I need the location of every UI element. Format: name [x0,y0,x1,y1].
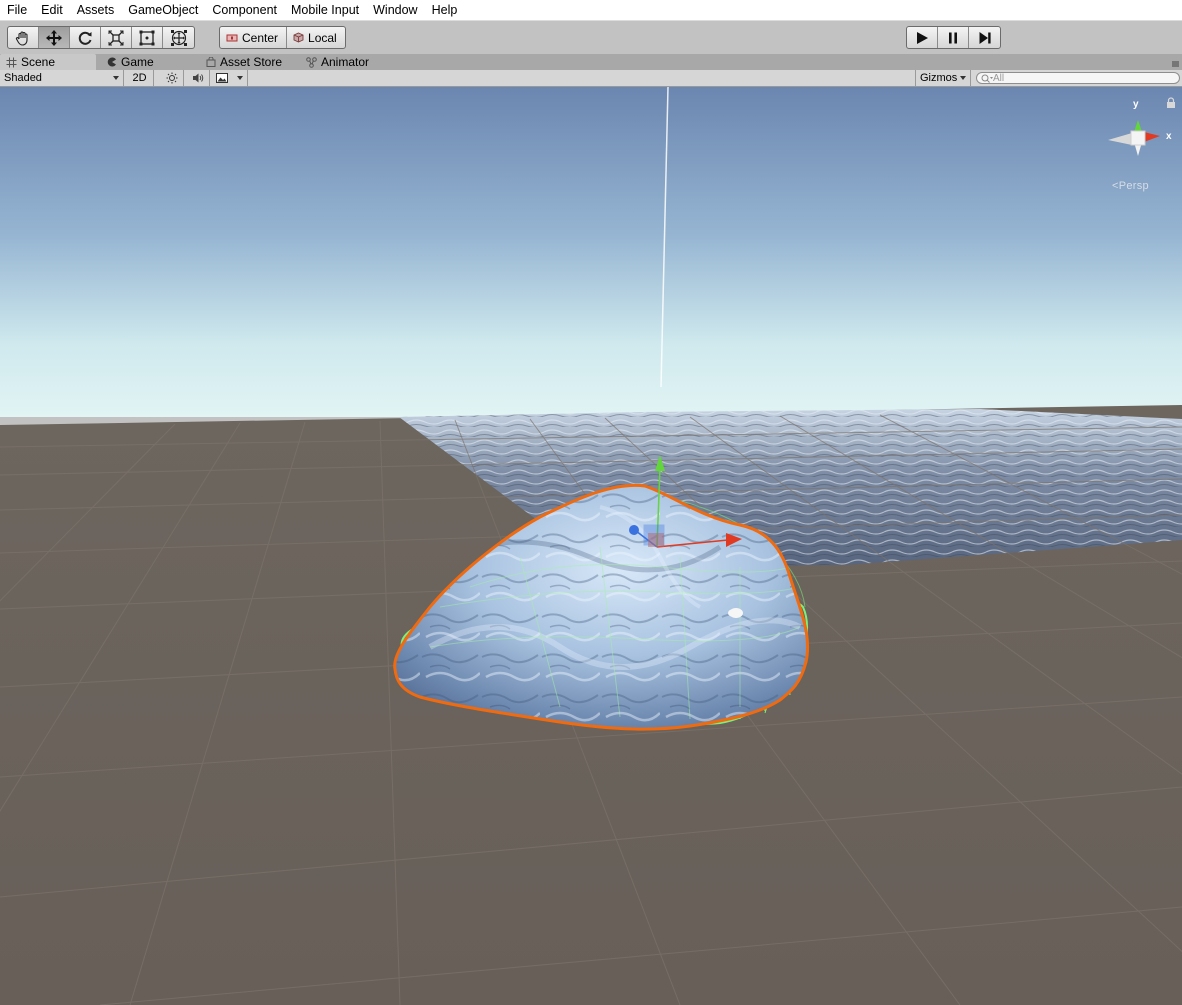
orientation-center-cube [1130,130,1146,146]
shopping-bag-icon [206,57,216,67]
pivot-center-icon [226,34,238,41]
play-button[interactable] [907,27,938,48]
tab-animator[interactable]: Animator [300,54,400,70]
pivot-local-label: Local [308,30,337,45]
play-icon [917,31,928,44]
toggle-2d-button[interactable]: 2D [126,70,154,86]
move-tool-icon [46,29,62,46]
rotate-tool-button[interactable] [70,27,101,48]
menu-help[interactable]: Help [425,0,465,20]
scene-search-placeholder: All [993,72,1005,84]
toggle-2d-label: 2D [132,72,147,84]
scene-viewport[interactable]: y x <Persp [0,87,1182,1005]
scene-lighting-toggle[interactable] [160,70,184,86]
menu-mobile-input[interactable]: Mobile Input [284,0,366,20]
search-icon [981,74,993,83]
pivot-center-label: Center [242,30,279,45]
chevron-down-icon [960,76,966,80]
scene-audio-toggle[interactable] [186,70,210,86]
sky-background [0,87,1182,417]
menu-assets[interactable]: Assets [70,0,122,20]
orientation-x-label: x [1166,131,1172,142]
scene-view-toolbar: Shaded 2D Gizmos All [0,70,1182,87]
chevron-down-icon [113,76,119,80]
hand-tool-icon [15,30,28,46]
game-pacman-icon [107,57,116,67]
menu-file[interactable]: File [0,0,34,20]
pivot-tools: Center Local [219,26,346,49]
transform-tool-button[interactable] [163,27,194,48]
projection-toggle[interactable]: <Persp [1112,180,1149,192]
panel-menu-icon[interactable] [1170,57,1180,67]
tab-scene[interactable]: Scene [0,54,96,70]
scale-tool-button[interactable] [101,27,132,48]
scene-grid-icon [6,57,17,67]
pause-icon [949,32,957,43]
scene-render: y x [0,87,1182,1005]
tab-asset-store[interactable]: Asset Store [200,54,300,70]
transform-tool-icon [170,29,187,46]
scale-tool-icon [108,30,124,45]
menu-bar: File Edit Assets GameObject Component Mo… [0,0,1182,21]
gizmos-label: Gizmos [920,72,958,84]
move-tool-button[interactable] [39,27,70,48]
menu-component[interactable]: Component [205,0,284,20]
scene-effects-dropdown[interactable] [212,70,248,86]
local-cube-icon [293,32,304,43]
pivot-center-button[interactable]: Center [220,27,288,48]
animator-graph-icon [306,56,317,68]
step-icon [979,31,991,44]
rect-tool-icon [139,30,155,45]
orientation-y-label: y [1133,99,1139,110]
pause-button[interactable] [938,27,969,48]
playback-controls [906,26,1001,49]
tab-game-label: Game [121,55,154,69]
sun-icon [166,72,177,84]
tab-scene-label: Scene [21,55,56,69]
hand-tool-button[interactable] [8,27,39,48]
gizmo-center [648,533,664,547]
tab-asset-store-label: Asset Store [220,55,283,69]
draw-mode-dropdown[interactable]: Shaded [0,70,124,86]
image-effects-icon [216,73,228,83]
menu-window[interactable]: Window [366,0,424,20]
gizmos-dropdown[interactable]: Gizmos [915,70,971,86]
pivot-local-button[interactable]: Local [287,27,345,48]
transform-tools [7,26,195,49]
rotate-tool-icon [78,31,92,45]
speaker-icon [192,73,203,83]
projection-label: Persp [1118,180,1149,192]
step-button[interactable] [969,27,1000,48]
gizmo-z-arrow [629,525,639,535]
scene-search-input[interactable]: All [976,72,1180,84]
tab-animator-label: Animator [321,55,370,69]
editor-tab-bar: Scene Game Asset Store Animator [0,54,1182,70]
chevron-down-icon [237,76,243,80]
rect-tool-button[interactable] [132,27,163,48]
menu-edit[interactable]: Edit [34,0,70,20]
menu-gameobject[interactable]: GameObject [121,0,205,20]
draw-mode-label: Shaded [4,72,42,84]
projection-arrow-icon: < [1112,180,1119,192]
main-toolbar: Center Local [0,21,1182,54]
tab-game[interactable]: Game [101,54,197,70]
